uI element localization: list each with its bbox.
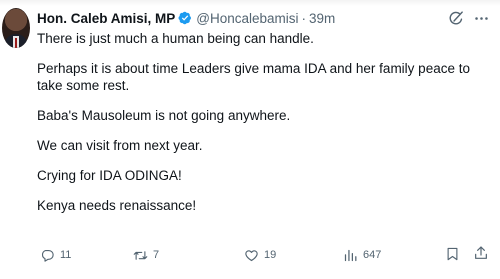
reply-button[interactable]: 11 [40,246,71,264]
avatar[interactable] [2,8,30,48]
views-count: 647 [363,249,382,261]
author-name[interactable]: Hon. Caleb Amisi, MP [37,11,175,26]
tweet-header: Hon. Caleb Amisi, MP @Honcalebamisi · 39… [37,9,335,27]
tweet-actions: 11 7 19 647 [40,246,490,264]
tweet-paragraph: Perhaps it is about time Leaders give ma… [37,61,470,93]
tweet[interactable]: Hon. Caleb Amisi, MP @Honcalebamisi · 39… [0,0,500,279]
tweet-paragraph: There is just much a human being can han… [37,31,314,46]
reply-count: 11 [60,249,72,261]
more-icon[interactable] [473,10,490,27]
timestamp[interactable]: 39m [309,11,335,26]
tweet-paragraph: Baba's Mausoleum is not going anywhere. [37,108,291,123]
reply-icon [41,249,54,262]
like-button[interactable]: 19 [244,246,276,264]
like-count: 19 [264,249,277,261]
views-icon [344,249,357,261]
separator-dot: · [301,10,307,26]
bookmark-icon[interactable] [445,246,460,262]
avatar-tie [15,38,17,48]
grok-icon[interactable] [448,10,465,27]
verified-badge-icon[interactable] [178,11,192,25]
repost-icon [133,250,148,260]
author-handle[interactable]: @Honcalebamisi [196,11,298,26]
tweet-paragraph: Crying for IDA ODINGA! [37,168,182,183]
heart-icon [245,249,258,261]
repost-count: 7 [153,249,160,261]
repost-button[interactable]: 7 [133,246,159,264]
share-icon[interactable] [473,245,489,261]
views-button[interactable]: 647 [343,246,381,264]
tweet-paragraph: Kenya needs renaissance! [37,198,197,213]
tweet-paragraph: We can visit from next year. [37,138,203,153]
tweet-text: There is just much a human being can han… [37,30,477,227]
